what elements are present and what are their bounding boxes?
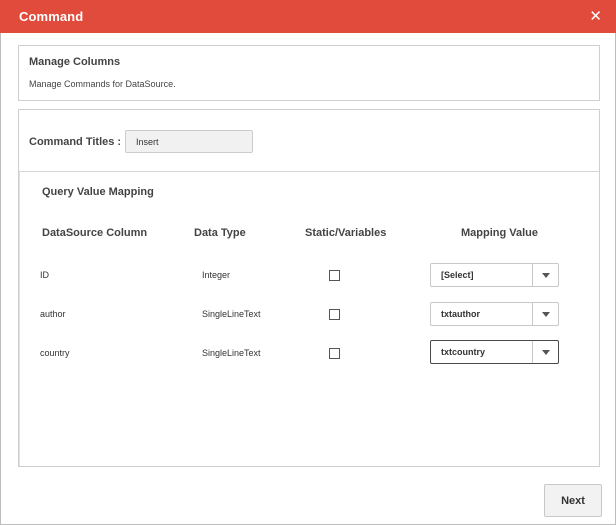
chevron-down-icon[interactable] — [532, 264, 558, 286]
header-static-variables: Static/Variables — [305, 227, 387, 239]
query-value-mapping-section: Query Value Mapping DataSource Column Da… — [19, 172, 599, 466]
query-value-mapping-title: Query Value Mapping — [42, 186, 154, 198]
row-author-mapping-select[interactable]: txtauthor — [430, 302, 559, 326]
dialog-body: Manage Columns Manage Commands for DataS… — [0, 33, 616, 525]
chevron-down-icon[interactable] — [532, 341, 558, 363]
row-author-column: author — [40, 309, 66, 319]
dialog-titlebar: Command ✕ — [0, 0, 616, 33]
header-datasource-column: DataSource Column — [42, 227, 148, 239]
row-country-type: SingleLineText — [202, 348, 261, 358]
chevron-down-icon[interactable] — [532, 303, 558, 325]
row-author-static-checkbox[interactable] — [329, 309, 340, 320]
row-id-mapping-value: [Select] — [441, 270, 474, 280]
next-button[interactable]: Next — [544, 484, 602, 517]
manage-columns-title: Manage Columns — [29, 56, 121, 68]
close-icon[interactable]: ✕ — [589, 9, 602, 24]
manage-columns-section: Manage Columns Manage Commands for DataS… — [18, 45, 600, 101]
row-id-mapping-select[interactable]: [Select] — [430, 263, 559, 287]
header-data-type: Data Type — [194, 227, 246, 239]
dialog-title: Command — [19, 9, 84, 24]
row-id-type: Integer — [202, 270, 231, 280]
header-mapping-value: Mapping Value — [461, 227, 539, 239]
row-author-type: SingleLineText — [202, 309, 261, 319]
manage-columns-description: Manage Commands for DataSource. — [29, 79, 176, 89]
row-author-mapping-value: txtauthor — [441, 309, 480, 319]
row-id-column: ID — [40, 270, 49, 280]
row-country-column: country — [40, 348, 70, 358]
row-country-mapping-select[interactable]: txtcountry — [430, 340, 559, 364]
command-title-input[interactable] — [125, 130, 253, 153]
row-country-mapping-value: txtcountry — [441, 347, 486, 357]
row-id-static-checkbox[interactable] — [329, 270, 340, 281]
row-country-static-checkbox[interactable] — [329, 348, 340, 359]
command-title-label: Command Titles : — [29, 136, 122, 148]
command-panel: Command Titles : Query Value Mapping Dat… — [18, 109, 600, 467]
command-title-row: Command Titles : — [19, 110, 599, 172]
